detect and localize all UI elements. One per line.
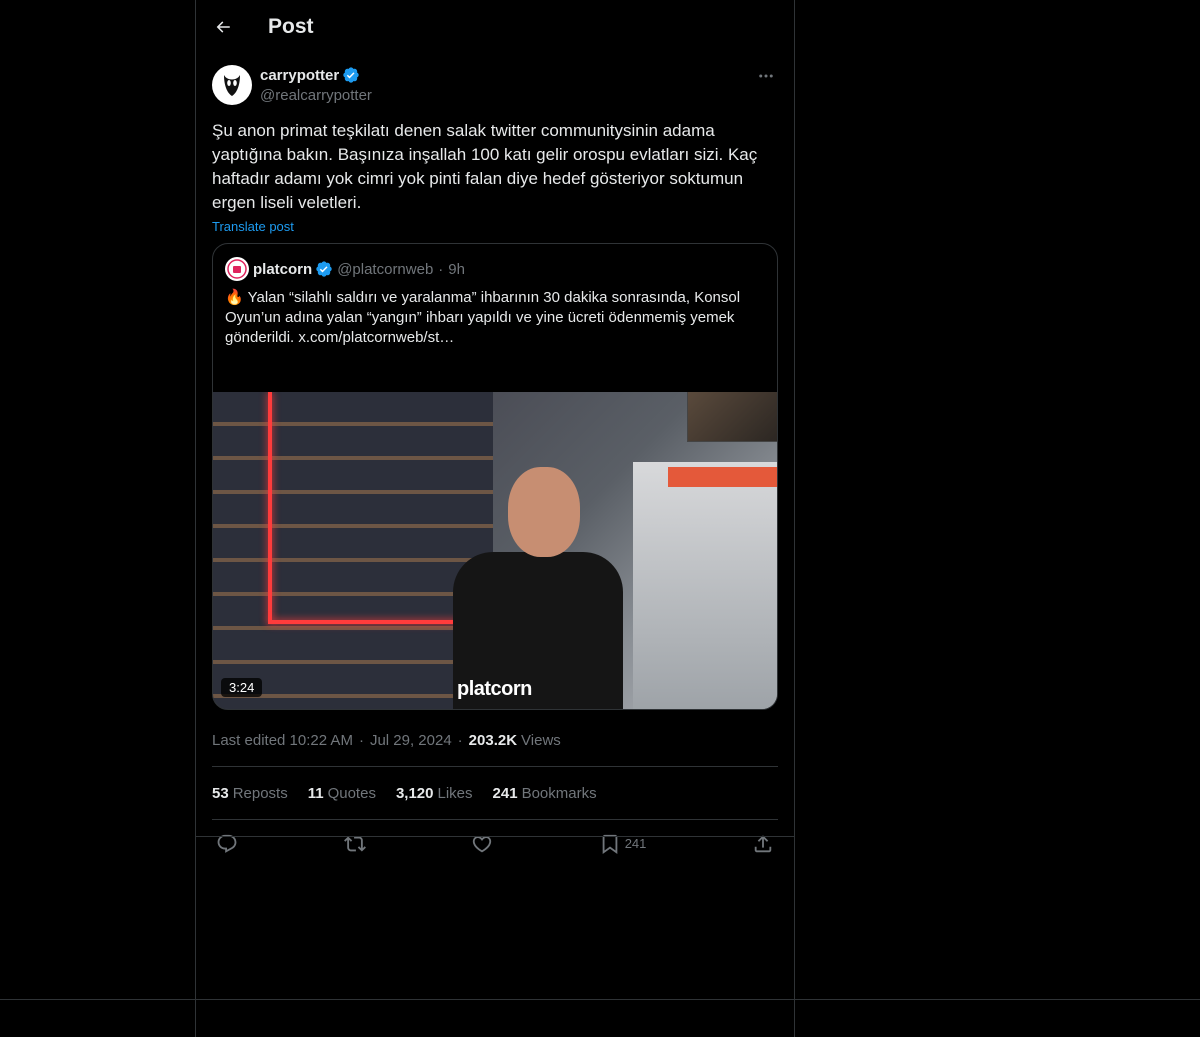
video-scene-awning xyxy=(668,467,777,487)
main-column: Post carrypotter @realcarrypotter Şu ano… xyxy=(196,0,794,867)
author-handle[interactable]: @realcarrypotter xyxy=(260,87,372,104)
quoted-handle: @platcornweb xyxy=(337,260,434,278)
edited-time[interactable]: Last edited 10:22 AM xyxy=(212,732,353,749)
display-name-row: carrypotter xyxy=(260,66,372,84)
stat-label: Likes xyxy=(437,784,473,802)
stat-count: 3,120 xyxy=(395,784,434,802)
video-pip-inset xyxy=(687,392,777,442)
more-options-button[interactable] xyxy=(754,66,778,86)
engagement-stats: 53 Reposts 11 Quotes 3,120 Likes 241 Bookmar… xyxy=(212,767,778,819)
stat-label: Bookmarks xyxy=(521,784,597,802)
video-scene-storefront xyxy=(633,462,777,709)
video-scene-shelves xyxy=(213,392,493,709)
ghost-avatar-icon xyxy=(224,75,240,96)
quotes-stat[interactable]: 11 Quotes xyxy=(308,785,376,802)
fire-emoji: 🔥 xyxy=(225,289,244,306)
reposts-stat[interactable]: 53 Reposts xyxy=(212,785,288,802)
quoted-post[interactable]: platcorn @platcornweb · 9h 🔥 Yalan “sila… xyxy=(212,243,778,710)
video-scene-neon xyxy=(268,392,272,622)
stat-count: 241 xyxy=(492,784,518,802)
stat-count: 11 xyxy=(307,784,324,802)
views-count: 203.2K xyxy=(468,731,518,749)
page-title: Post xyxy=(268,14,314,38)
stat-label: Quotes xyxy=(327,784,376,802)
author-row: carrypotter @realcarrypotter xyxy=(212,62,778,112)
video-duration: 3:24 xyxy=(221,678,263,697)
quoted-text: 🔥 Yalan “silahlı saldırı ve yaralanma” i… xyxy=(213,282,777,392)
quoted-timestamp: 9h xyxy=(448,260,465,278)
likes-stat[interactable]: 3,120 Likes xyxy=(396,785,473,802)
author-avatar[interactable] xyxy=(212,65,252,105)
author-display-name[interactable]: carrypotter xyxy=(260,67,339,84)
bottom-divider xyxy=(0,999,1200,1000)
page-header: Post xyxy=(196,0,794,53)
video-scene-person-head xyxy=(508,467,580,557)
quoted-verified-badge-icon xyxy=(315,260,333,278)
quoted-author-avatar xyxy=(225,257,249,281)
translate-post-link[interactable]: Translate post xyxy=(212,219,294,234)
meta-separator: · xyxy=(457,731,463,749)
bookmark-count: 241 xyxy=(624,836,647,851)
post-meta: Last edited 10:22 AM · Jul 29, 2024 · 20… xyxy=(212,730,778,750)
video-player[interactable]: 3:24 platcorn xyxy=(213,392,777,709)
verified-badge-icon xyxy=(342,66,360,84)
post-detail: carrypotter @realcarrypotter Şu anon pri… xyxy=(196,62,794,867)
quoted-body: Yalan “silahlı saldırı ve yaralanma” ihb… xyxy=(225,289,741,346)
meta-separator: · xyxy=(358,731,364,749)
post-bottom-divider xyxy=(196,836,794,837)
arrow-left-icon xyxy=(216,20,230,33)
quoted-post-header: platcorn @platcornweb · 9h xyxy=(213,244,777,282)
bookmarks-stat[interactable]: 241 Bookmarks xyxy=(493,785,597,802)
post-date[interactable]: Jul 29, 2024 xyxy=(370,732,452,749)
stat-count: 53 xyxy=(212,784,229,802)
author-names: carrypotter @realcarrypotter xyxy=(260,66,372,105)
action-bar: 241 xyxy=(212,820,778,867)
column-border-right xyxy=(794,0,795,1037)
post-text: Şu anon primat teşkilatı denen salak twi… xyxy=(212,121,758,212)
more-horizontal-icon xyxy=(759,74,773,78)
video-watermark: platcorn xyxy=(457,678,532,700)
quoted-display-name: platcorn xyxy=(253,260,313,278)
stat-label: Reposts xyxy=(232,784,288,802)
views-label: Views xyxy=(521,731,561,749)
back-button[interactable] xyxy=(212,16,234,38)
platcorn-logo-icon xyxy=(227,259,247,279)
quoted-separator: · xyxy=(438,260,444,278)
